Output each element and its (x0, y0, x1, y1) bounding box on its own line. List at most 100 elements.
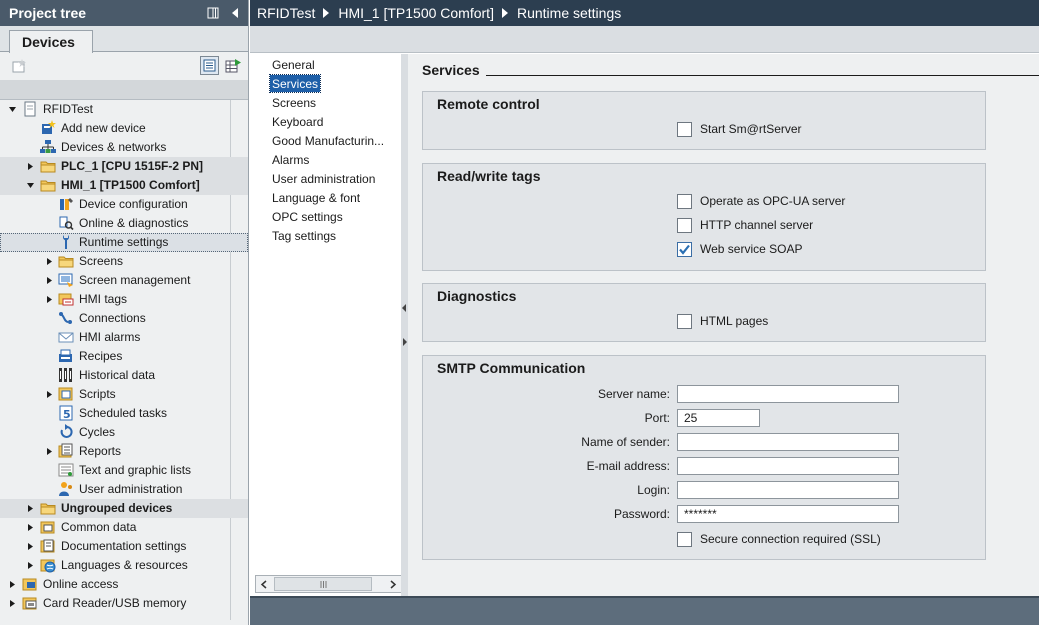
start-smartserver-checkbox[interactable] (677, 121, 692, 137)
breadcrumb-page[interactable]: Runtime settings (517, 5, 621, 21)
chevron-right-icon[interactable] (26, 561, 35, 570)
opc-ua-checkbox[interactable] (677, 193, 692, 209)
chevron-right-icon[interactable] (26, 504, 35, 513)
soap-checkbox[interactable] (677, 241, 692, 257)
tree-item[interactable]: Device configuration (0, 195, 248, 214)
tree-item-label: RFIDTest (43, 102, 94, 116)
tree-item[interactable]: Card Reader/USB memory (0, 594, 248, 613)
nav-item-tag-settings[interactable]: Tag settings (270, 227, 338, 244)
nav-item-good-manufacturin[interactable]: Good Manufacturin... (270, 132, 386, 149)
scroll-thumb[interactable] (274, 577, 372, 591)
tree-item[interactable]: HMI tags (0, 290, 248, 309)
tree-item[interactable]: Runtime settings (0, 233, 248, 252)
tree-item[interactable]: Online & diagnostics (0, 214, 248, 233)
chevron-right-icon[interactable] (45, 295, 54, 304)
nav-item-language-font[interactable]: Language & font (270, 189, 362, 206)
nav-item-opc-settings[interactable]: OPC settings (270, 208, 345, 225)
tab-devices[interactable]: Devices (9, 30, 93, 53)
scroll-left-icon[interactable] (256, 576, 272, 592)
server-name-input[interactable] (677, 385, 899, 403)
tree-item-label: Documentation settings (61, 539, 187, 553)
html-pages-option[interactable]: HTML pages (677, 313, 768, 329)
chevron-down-icon[interactable] (26, 181, 35, 190)
tree-item[interactable]: Cycles (0, 423, 248, 442)
chevron-right-icon[interactable] (8, 599, 17, 608)
nav-item-user-administration[interactable]: User administration (270, 170, 377, 187)
panel-splitter[interactable] (401, 54, 408, 596)
tree-item-label: HMI_1 [TP1500 Comfort] (61, 178, 200, 192)
tree-item[interactable]: Documentation settings (0, 537, 248, 556)
chevron-right-icon[interactable] (26, 162, 35, 171)
ssl-option[interactable]: Secure connection required (SSL) (677, 531, 881, 547)
splitter-right-arrow-icon[interactable] (402, 338, 407, 346)
network-icon (40, 139, 56, 155)
tree-item[interactable]: HMI alarms (0, 328, 248, 347)
tree-item[interactable]: Historical data (0, 366, 248, 385)
tree-band (0, 80, 248, 100)
sender-input[interactable] (677, 433, 899, 451)
html-pages-checkbox[interactable] (677, 313, 692, 329)
opc-ua-option[interactable]: Operate as OPC-UA server (677, 193, 845, 209)
chevron-right-icon[interactable] (45, 390, 54, 399)
nav-item-general[interactable]: General (270, 56, 317, 73)
tree-item[interactable]: Ungrouped devices (0, 499, 248, 518)
login-label: Login: (637, 483, 670, 497)
new-item-icon[interactable] (9, 56, 28, 75)
chevron-down-icon[interactable] (8, 105, 17, 114)
documentation-icon (40, 538, 56, 554)
nav-item-screens[interactable]: Screens (270, 94, 318, 111)
http-channel-checkbox[interactable] (677, 217, 692, 233)
collapse-pane-icon[interactable] (226, 4, 244, 22)
tree-item[interactable]: Screens (0, 252, 248, 271)
detail-view-icon[interactable] (200, 56, 219, 75)
tree-item[interactable]: Devices & networks (0, 138, 248, 157)
card-reader-icon (22, 595, 38, 611)
scroll-right-icon[interactable] (385, 576, 401, 592)
http-channel-option[interactable]: HTTP channel server (677, 217, 813, 233)
nav-horizontal-scrollbar[interactable] (255, 575, 402, 593)
tree-item[interactable]: Online access (0, 575, 248, 594)
port-input[interactable] (677, 409, 760, 427)
checkbox-label: HTTP channel server (700, 218, 814, 232)
password-input[interactable] (677, 505, 899, 523)
online-access-icon (22, 576, 38, 592)
section-rule (483, 75, 1039, 76)
chevron-right-icon[interactable] (45, 276, 54, 285)
nav-item-keyboard[interactable]: Keyboard (270, 113, 325, 130)
add-device-icon (40, 120, 56, 136)
ssl-checkbox[interactable] (677, 531, 692, 547)
chevron-right-icon[interactable] (26, 523, 35, 532)
tree-item[interactable]: Languages & resources (0, 556, 248, 575)
split-view-icon[interactable] (204, 4, 222, 22)
table-arrow-icon[interactable] (224, 56, 243, 75)
breadcrumb-device[interactable]: HMI_1 [TP1500 Comfort] (338, 5, 494, 21)
users-icon (58, 481, 74, 497)
start-smartserver-option[interactable]: Start Sm@rtServer (677, 121, 802, 137)
nav-item-services[interactable]: Services (268, 74, 322, 93)
tree-item-label: Cycles (79, 425, 116, 439)
soap-option[interactable]: Web service SOAP (677, 241, 802, 257)
tree-item[interactable]: HMI_1 [TP1500 Comfort] (0, 176, 248, 195)
login-input[interactable] (677, 481, 899, 499)
splitter-left-arrow-icon[interactable] (402, 304, 407, 312)
chevron-right-icon[interactable] (8, 580, 17, 589)
tree-item[interactable]: User administration (0, 480, 248, 499)
tree-item[interactable]: Text and graphic lists (0, 461, 248, 480)
tree-item[interactable]: PLC_1 [CPU 1515F-2 PN] (0, 157, 248, 176)
chevron-right-icon[interactable] (45, 447, 54, 456)
tree-item[interactable]: 5 Scheduled tasks (0, 404, 248, 423)
tree-item[interactable]: Reports (0, 442, 248, 461)
tree-item[interactable]: RFIDTest (0, 100, 248, 119)
tree-item[interactable]: Common data (0, 518, 248, 537)
tree-item[interactable]: Connections (0, 309, 248, 328)
email-input[interactable] (677, 457, 899, 475)
breadcrumb-project[interactable]: RFIDTest (257, 5, 315, 21)
nav-item-alarms[interactable]: Alarms (270, 151, 311, 168)
tree-item[interactable]: Screen management (0, 271, 248, 290)
chevron-right-icon[interactable] (26, 542, 35, 551)
tree-item[interactable]: Add new device (0, 119, 248, 138)
tree-item[interactable]: Scripts (0, 385, 248, 404)
tree-item[interactable]: Recipes (0, 347, 248, 366)
alarms-icon (58, 329, 74, 345)
chevron-right-icon[interactable] (45, 257, 54, 266)
